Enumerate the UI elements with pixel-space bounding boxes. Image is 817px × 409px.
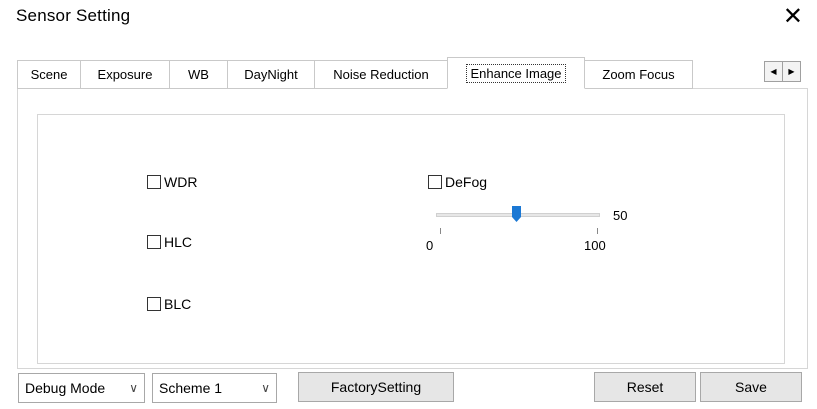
slider-tick-max bbox=[597, 228, 598, 234]
reset-button[interactable]: Reset bbox=[594, 372, 696, 402]
debug-mode-select[interactable]: Debug Mode ∨ bbox=[18, 373, 145, 403]
tab-label: WB bbox=[188, 67, 209, 82]
tab-label: Scene bbox=[30, 67, 68, 82]
checkbox-box[interactable] bbox=[147, 235, 161, 249]
scheme-select[interactable]: Scheme 1 ∨ bbox=[152, 373, 277, 403]
tab-exposure[interactable]: Exposure bbox=[80, 60, 170, 89]
defog-slider[interactable] bbox=[436, 206, 600, 222]
factory-setting-button[interactable]: FactorySetting bbox=[298, 372, 454, 402]
chevron-down-icon: ∨ bbox=[129, 381, 138, 395]
debug-mode-value: Debug Mode bbox=[25, 380, 106, 396]
blc-checkbox[interactable]: BLC bbox=[147, 296, 191, 312]
hlc-checkbox[interactable]: HLC bbox=[147, 234, 192, 250]
save-button[interactable]: Save bbox=[700, 372, 802, 402]
tab-label: DayNight bbox=[244, 67, 298, 82]
checkbox-box[interactable] bbox=[147, 175, 161, 189]
close-icon[interactable]: ✕ bbox=[783, 2, 803, 30]
checkbox-box[interactable] bbox=[428, 175, 442, 189]
tab-enhance-image[interactable]: Enhance Image bbox=[447, 57, 585, 89]
tab-label: Enhance Image bbox=[466, 63, 566, 83]
tab-wb[interactable]: WB bbox=[169, 60, 228, 89]
window-title: Sensor Setting bbox=[16, 6, 131, 25]
chevron-down-icon: ∨ bbox=[261, 381, 270, 395]
wdr-label: WDR bbox=[164, 174, 198, 190]
tab-zoom-focus[interactable]: Zoom Focus bbox=[584, 60, 693, 89]
defog-slider-value: 50 bbox=[613, 208, 628, 223]
tab-scroll-right-icon[interactable]: ▶ bbox=[782, 61, 801, 82]
tab-scroll-buttons: ◀ ▶ bbox=[764, 61, 801, 82]
slider-thumb[interactable] bbox=[511, 206, 521, 222]
tab-label: Zoom Focus bbox=[602, 67, 675, 82]
scheme-value: Scheme 1 bbox=[159, 380, 223, 396]
tab-strip: Scene Exposure WB DayNight Noise Reducti… bbox=[17, 57, 693, 89]
slider-tick-min bbox=[440, 228, 441, 234]
slider-min-label: 0 bbox=[426, 238, 434, 253]
tab-daynight[interactable]: DayNight bbox=[227, 60, 315, 89]
slider-max-label: 100 bbox=[584, 238, 606, 253]
tab-noise-reduction[interactable]: Noise Reduction bbox=[314, 60, 448, 89]
tab-scroll-left-icon[interactable]: ◀ bbox=[764, 61, 783, 82]
checkbox-box[interactable] bbox=[147, 297, 161, 311]
hlc-label: HLC bbox=[164, 234, 193, 250]
defog-checkbox[interactable]: DeFog bbox=[428, 174, 487, 190]
wdr-checkbox[interactable]: WDR bbox=[147, 174, 197, 190]
tab-label: Exposure bbox=[97, 67, 153, 82]
defog-label: DeFog bbox=[445, 174, 488, 190]
tab-scene[interactable]: Scene bbox=[17, 60, 81, 89]
tab-label: Noise Reduction bbox=[333, 67, 429, 82]
blc-label: BLC bbox=[164, 296, 192, 312]
